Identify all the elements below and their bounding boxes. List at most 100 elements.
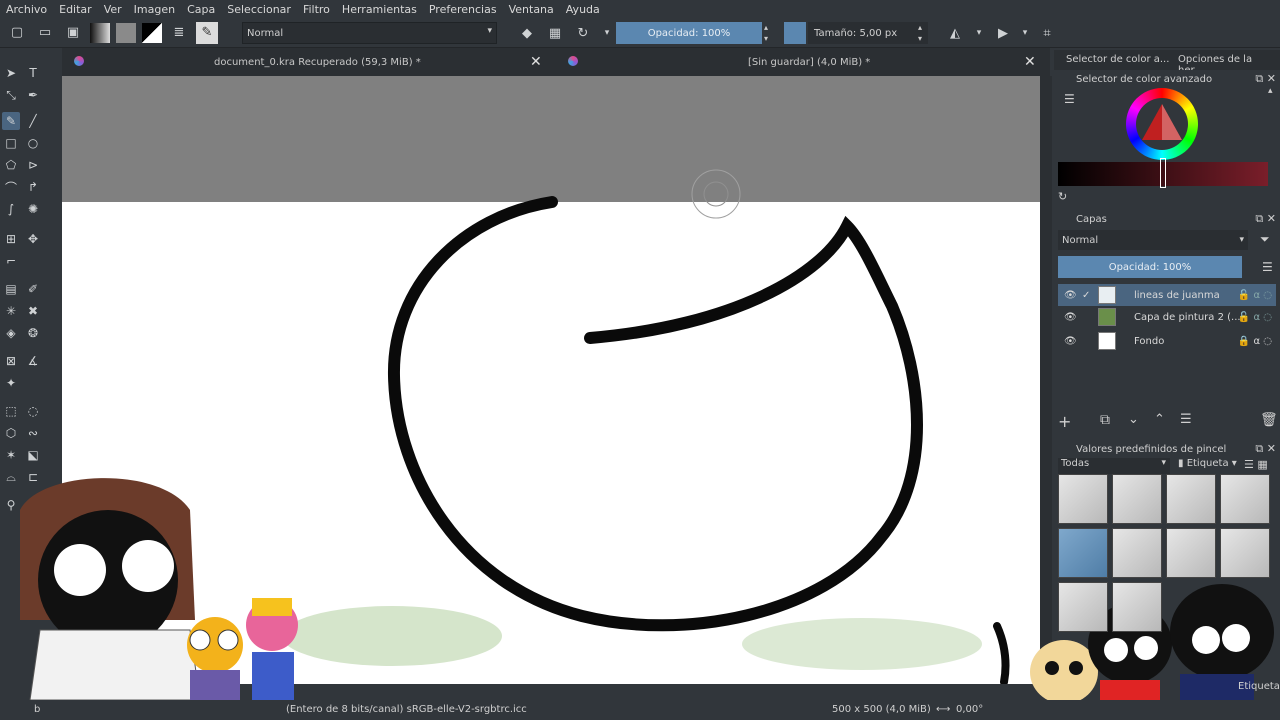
reset-color-icon[interactable]: ↻ [1058, 190, 1067, 203]
freehand-path-icon[interactable]: ↱ [24, 178, 42, 196]
freehand-select-icon[interactable]: ∾ [24, 424, 42, 442]
calligraphy-icon[interactable]: ✒ [24, 86, 42, 104]
menu-seleccionar[interactable]: Seleccionar [227, 3, 291, 16]
reload-preset-icon[interactable]: ↻ [572, 22, 594, 44]
crop-tool-icon[interactable]: ⌐ [2, 252, 20, 270]
move-layer-up-icon[interactable]: ⌃ [1154, 412, 1165, 427]
layer-lock-icon[interactable]: 🔓 α ◌ [1238, 312, 1272, 323]
brush-footer-tag[interactable]: Etiqueta [1238, 681, 1280, 692]
menu-capa[interactable]: Capa [187, 3, 215, 16]
brush-preset-blender[interactable] [1166, 474, 1216, 524]
chevron-down-icon[interactable]: ▾ [596, 22, 618, 44]
ellipse-tool-icon[interactable]: ○ [24, 134, 42, 152]
assistant-tool-icon[interactable]: ⊠ [2, 352, 20, 370]
foreground-background-color-icon[interactable] [142, 22, 162, 43]
brush-preset-pen[interactable] [1112, 474, 1162, 524]
new-document-icon[interactable]: ▢ [6, 22, 28, 44]
opacity-spin-icon[interactable]: ▴ ▾ [764, 22, 768, 44]
brush-filter-select[interactable]: Todas ▾ [1058, 458, 1170, 474]
layer-row[interactable]: 👁 ✓ lineas de juanma 🔓 α ◌ [1058, 284, 1276, 306]
brush-preset-pencil[interactable] [1166, 528, 1216, 578]
multibrush-icon[interactable]: ✺ [24, 200, 42, 218]
similar-select-icon[interactable]: ⬕ [24, 446, 42, 464]
chevron-down-icon[interactable]: ▾ [968, 22, 990, 44]
opacity-slider[interactable]: Opacidad: 100% [616, 22, 762, 44]
filter-icon[interactable]: ⏷ [1260, 232, 1270, 247]
colorize-mask-icon[interactable]: ✳ [2, 302, 20, 320]
reference-tool-icon[interactable]: ✦ [2, 374, 20, 392]
menu-imagen[interactable]: Imagen [134, 3, 175, 16]
polygon-tool-icon[interactable]: ⬠ [2, 156, 20, 174]
text-tool-icon[interactable]: T [24, 64, 42, 82]
layer-properties-icon[interactable]: ☰ [1180, 412, 1192, 427]
open-folder-icon[interactable]: ▭ [34, 22, 56, 44]
chevron-down-icon[interactable]: ▾ [1014, 22, 1036, 44]
delete-layer-icon[interactable]: 🗑 [1260, 412, 1278, 428]
gradient-icon[interactable] [90, 22, 110, 43]
bezier-tool-icon[interactable]: ⌒ [2, 178, 20, 196]
ellipse-select-icon[interactable]: ◌ [24, 402, 42, 420]
brush-preset-ink[interactable] [1220, 474, 1270, 524]
close-icon[interactable]: ✕ [1024, 54, 1036, 70]
menu-filtro[interactable]: Filtro [303, 3, 330, 16]
menu-editar[interactable]: Editar [59, 3, 92, 16]
eye-icon[interactable]: 👁 [1064, 336, 1077, 347]
float-docker-icon[interactable]: ⧉ ✕ [1255, 442, 1276, 456]
eraser-icon[interactable]: ◆ [516, 22, 538, 44]
transform-tool-icon[interactable]: ⊞ [2, 230, 20, 248]
menu-archivo[interactable]: Archivo [6, 3, 47, 16]
tab-document-unsaved[interactable]: [Sin guardar] (4,0 MiB) * [748, 48, 870, 76]
layer-row[interactable]: 👁 Capa de pintura 2 (... 🔓 α ◌ [1058, 306, 1276, 328]
rectangle-tool-icon[interactable]: □ [2, 134, 20, 152]
menu-preferencias[interactable]: Preferencias [429, 3, 497, 16]
move-tool-icon[interactable]: ✥ [24, 230, 42, 248]
contiguous-select-icon[interactable]: ✶ [2, 446, 20, 464]
chevron-up-icon[interactable]: ▴ [1268, 86, 1273, 96]
float-docker-icon[interactable]: ⧉ ✕ [1255, 72, 1276, 86]
brush-preset-bristle[interactable] [1058, 582, 1108, 632]
check-icon[interactable]: ✓ [1082, 290, 1090, 301]
brush-settings-icon[interactable]: ≣ [168, 22, 190, 44]
move-layer-down-icon[interactable]: ⌄ [1128, 412, 1139, 427]
eye-icon[interactable]: 👁 [1064, 312, 1077, 323]
edit-shapes-icon[interactable]: ⤡ [2, 86, 20, 104]
tag-button[interactable]: ▮ Etiqueta ▾ [1178, 458, 1237, 469]
menu-ver[interactable]: Ver [104, 3, 122, 16]
brush-preset-selected[interactable] [1058, 528, 1108, 578]
gradient-tool-icon[interactable]: ▤ [2, 280, 20, 298]
fill-tool-icon[interactable]: ◈ [2, 324, 20, 342]
menu-ventana[interactable]: Ventana [509, 3, 554, 16]
color-wheel[interactable] [1126, 88, 1198, 160]
polyline-tool-icon[interactable]: ⊳ [24, 156, 42, 174]
polygon-select-icon[interactable]: ⬡ [2, 424, 20, 442]
menu-herramientas[interactable]: Herramientas [342, 3, 417, 16]
freehand-brush-icon[interactable]: ✎ [2, 112, 20, 130]
layer-blend-mode-select[interactable]: Normal ▾ [1058, 230, 1248, 250]
brush-size-slider[interactable]: Tamaño: 5,00 px [808, 22, 928, 44]
mirror-vertical-icon[interactable]: ▶ [992, 22, 1014, 44]
menu-icon[interactable]: ☰ [1262, 260, 1273, 274]
close-icon[interactable]: ✕ [530, 54, 542, 70]
menu-ayuda[interactable]: Ayuda [566, 3, 600, 16]
dynamic-brush-icon[interactable]: ∫ [2, 200, 20, 218]
tab-color-selector[interactable]: Selector de color a... [1066, 54, 1169, 65]
duplicate-layer-icon[interactable]: ⧉ [1100, 412, 1110, 428]
color-picker-icon[interactable]: ✐ [24, 280, 42, 298]
layer-lock-icon[interactable]: 🔓 α ◌ [1238, 290, 1272, 301]
rect-select-icon[interactable]: ⬚ [2, 402, 20, 420]
lock-icon[interactable]: 🔒 α ◌ [1238, 336, 1272, 347]
float-docker-icon[interactable]: ⧉ ✕ [1255, 212, 1276, 226]
brush-preset-paint[interactable] [1112, 582, 1162, 632]
measure-tool-icon[interactable]: ∡ [24, 352, 42, 370]
alpha-lock-icon[interactable]: ▦ [544, 22, 566, 44]
wrap-around-icon[interactable]: ⌗ [1036, 22, 1058, 44]
line-tool-icon[interactable]: ╱ [24, 112, 42, 130]
blend-mode-select[interactable]: Normal ▾ [242, 22, 497, 44]
tab-document-0[interactable]: document_0.kra Recuperado (59,3 MiB) * [214, 48, 421, 76]
brush-preset-icon[interactable]: ✎ [196, 21, 218, 44]
pattern-icon[interactable] [116, 22, 136, 43]
layer-opacity-slider[interactable]: Opacidad: 100% [1058, 256, 1242, 278]
layer-row[interactable]: 👁 Fondo 🔒 α ◌ [1058, 330, 1276, 352]
view-mode-icon[interactable]: ☰ ▦ [1244, 458, 1268, 471]
select-shapes-icon[interactable]: ➤ [2, 64, 20, 82]
